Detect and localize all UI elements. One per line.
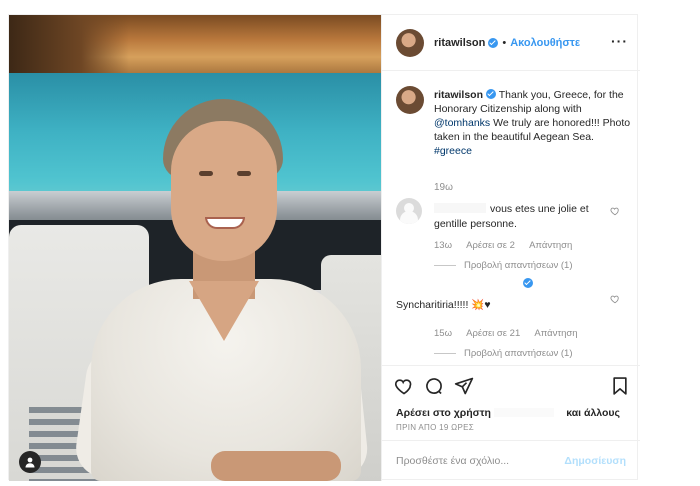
comment-likes[interactable]: Αρέσει σε 2 (466, 240, 515, 251)
reply-button[interactable]: Απάντηση (529, 240, 572, 251)
view-replies-button[interactable]: Προβολή απαντήσεων (1) (434, 348, 573, 359)
caption-hashtag-link[interactable]: #greece (434, 145, 472, 157)
header-separator: • (502, 36, 507, 49)
post-photo[interactable] (9, 15, 381, 481)
replies-line (434, 353, 456, 354)
comment-like-heart-icon[interactable] (610, 206, 620, 216)
caption-mention-link[interactable]: @tomhanks (434, 117, 490, 129)
action-bar (382, 365, 640, 405)
comment-icon[interactable] (424, 376, 444, 396)
comment-likes[interactable]: Αρέσει σε 21 (466, 328, 520, 339)
replies-line (434, 265, 456, 266)
redacted-liker (493, 408, 554, 417)
comment-body: Syncharitiria!!!!! (396, 299, 469, 311)
collision-emoji: 💥 (471, 299, 485, 311)
share-icon[interactable] (454, 376, 474, 396)
bookmark-icon[interactable] (610, 376, 630, 396)
view-replies-label: Προβολή απαντήσεων (1) (464, 260, 573, 271)
photo-face (171, 121, 277, 261)
caption-username[interactable]: ritawilson (434, 89, 483, 101)
author-avatar[interactable] (396, 28, 424, 57)
more-options-icon[interactable]: ··· (611, 33, 628, 49)
view-replies-button[interactable]: Προβολή απαντήσεων (1) (434, 260, 573, 271)
caption-text: ritawilson Thank you, Greece, for the Ho… (434, 88, 632, 158)
view-replies-label: Προβολή απαντήσεων (1) (464, 348, 573, 359)
tagged-user-icon[interactable] (19, 451, 41, 473)
heart-emoji: ♥ (484, 299, 491, 311)
post-sidebar: ritawilson • Ακολουθήστε ··· ritawilson … (381, 15, 640, 481)
comment-time[interactable]: 13ω (434, 240, 452, 251)
likes-prefix: Αρέσει στο χρήστη (396, 407, 491, 419)
comment-time[interactable]: 15ω (434, 328, 452, 339)
caption-avatar[interactable] (396, 86, 424, 114)
comment-meta: 15ω Αρέσει σε 21 Απάντηση (434, 328, 590, 339)
reply-button[interactable]: Απάντηση (534, 328, 577, 339)
post-header: ritawilson • Ακολουθήστε ··· (382, 15, 640, 71)
photo-eye-right (237, 171, 251, 176)
author-username[interactable]: ritawilson (434, 37, 485, 49)
heart-icon[interactable] (394, 376, 414, 396)
instagram-post: ritawilson • Ακολουθήστε ··· ritawilson … (8, 14, 640, 481)
post-timestamp[interactable]: ΠΡΙΝ ΑΠΟ 19 ΩΡΕΣ (396, 423, 474, 432)
redacted-username (434, 203, 486, 213)
post-comment-button[interactable]: Δημοσίευση (564, 455, 626, 467)
comment-like-heart-icon[interactable] (610, 294, 620, 304)
add-comment-bar: Δημοσίευση (382, 440, 640, 481)
comment-input[interactable] (396, 455, 565, 467)
commenter-verified-icon (523, 278, 533, 288)
commenter-avatar-placeholder[interactable] (396, 198, 422, 224)
likes-suffix[interactable]: και άλλους (566, 407, 620, 419)
likes-summary[interactable]: Αρέσει στο χρήστη και άλλους (396, 407, 632, 419)
photo-person (71, 99, 371, 481)
caption-verified-icon (486, 89, 497, 99)
follow-button[interactable]: Ακολουθήστε (510, 37, 580, 49)
photo-smile (205, 217, 245, 229)
comments-list[interactable]: ritawilson Thank you, Greece, for the Ho… (382, 72, 640, 362)
verified-badge-icon (488, 37, 499, 48)
photo-hands (211, 451, 341, 481)
photo-cliff-shadow (9, 15, 129, 75)
comment-text: Syncharitiria!!!!! 💥♥ (396, 298, 566, 313)
comment-text: vous etes une jolie et gentille personne… (434, 202, 604, 232)
photo-eye-left (199, 171, 213, 176)
caption-time[interactable]: 19ω (434, 182, 453, 193)
comment-meta: 13ω Αρέσει σε 2 Απάντηση (434, 240, 584, 251)
